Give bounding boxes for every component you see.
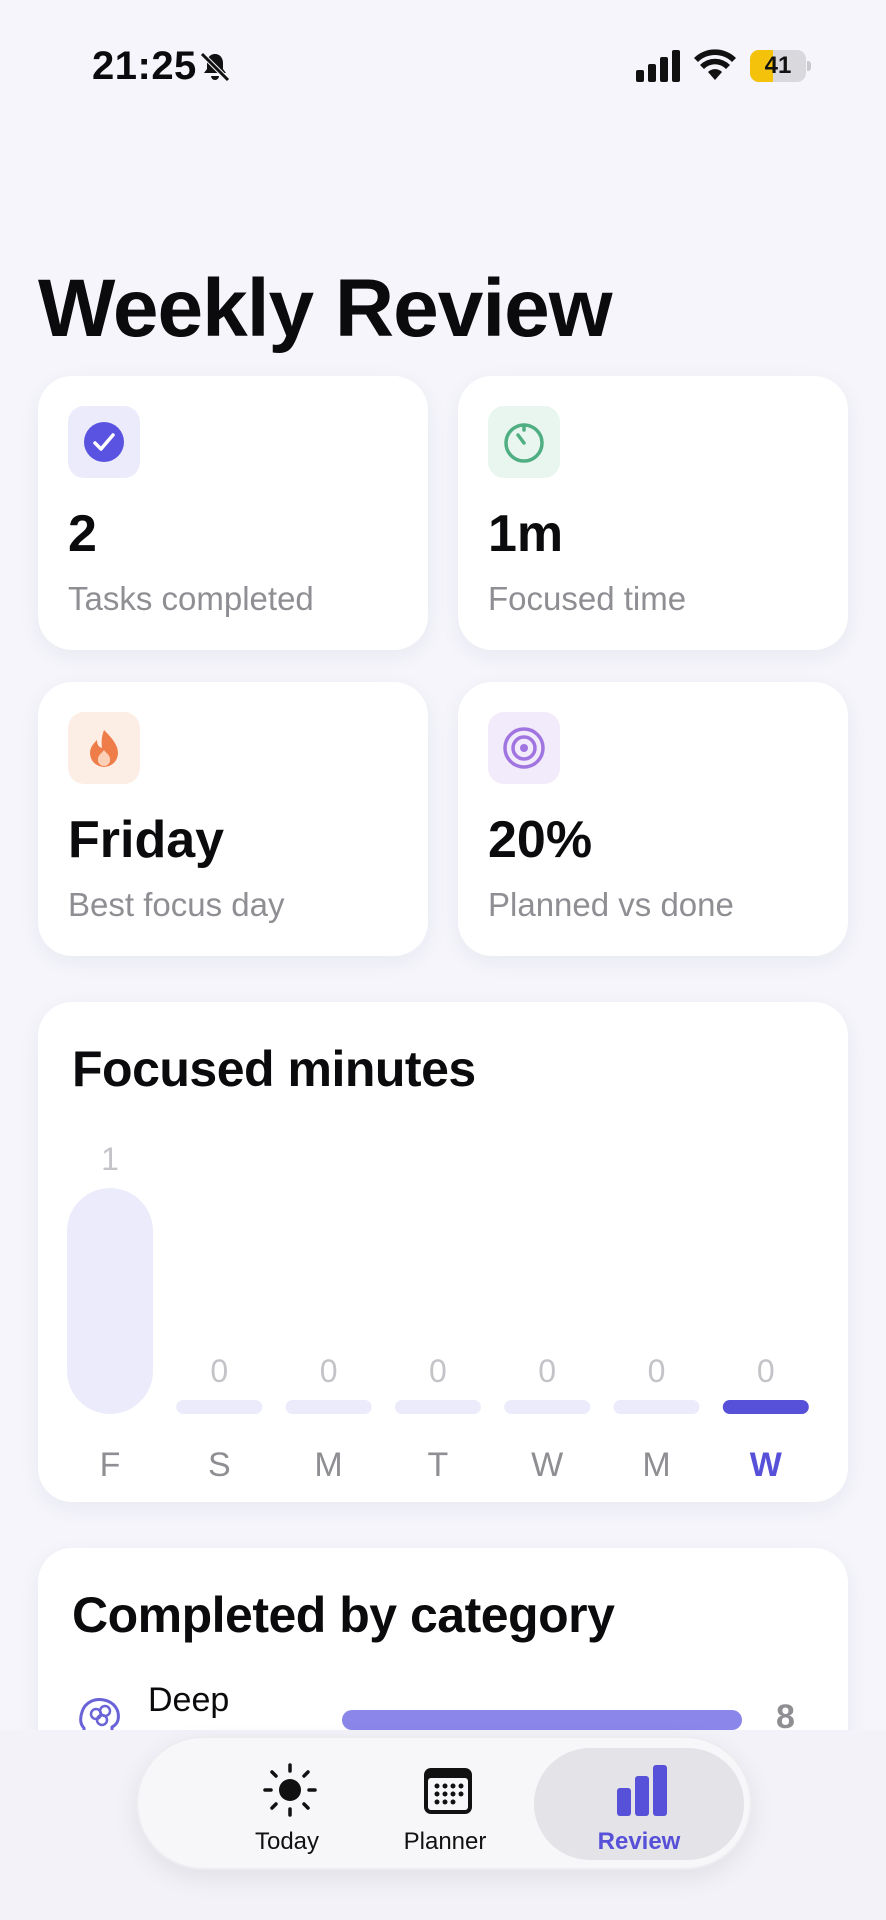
stat-value: 2 — [68, 505, 97, 563]
tab-label: Review — [597, 1828, 681, 1855]
stat-value: 1m — [488, 505, 564, 563]
category-title: Completed by category — [72, 1587, 615, 1643]
stat-label: Planned vs done — [488, 886, 734, 923]
focused-minutes-card: Focused minutes 1F0S0M0T0W0M0W — [38, 1002, 848, 1502]
chart-category-label: F — [100, 1446, 121, 1484]
cellular-signal-icon — [636, 50, 680, 82]
page-title: Weekly Review — [38, 263, 612, 354]
focused-minutes-chart: 1 F 0 S 0 M 0 T 0 W 0 M 0 W — [67, 1141, 809, 1484]
chart-category-label: S — [208, 1446, 231, 1484]
chart-category-label: M — [314, 1446, 342, 1484]
chart-bar — [722, 1400, 809, 1414]
stat-icon-tile — [68, 712, 140, 784]
target-icon — [503, 727, 545, 769]
stat-label: Best focus day — [68, 886, 285, 923]
chart-bar — [504, 1400, 591, 1414]
stat-value: Friday — [68, 811, 225, 869]
chart-bar — [176, 1400, 263, 1414]
checkmark-circle-icon — [84, 422, 124, 462]
bell-slash-icon — [200, 52, 230, 82]
chart-value-label: 1 — [101, 1141, 119, 1177]
timer-icon — [504, 423, 544, 463]
status-bar: 21:25 41 — [0, 0, 886, 130]
stat-card-best-focus-day[interactable]: Friday Best focus day — [38, 682, 428, 956]
tab-review[interactable]: Review — [534, 1748, 744, 1860]
chart-bar — [285, 1400, 372, 1414]
chart-bar — [394, 1400, 481, 1414]
flame-icon — [90, 730, 118, 767]
wifi-icon — [694, 49, 736, 80]
calendar-icon — [424, 1768, 472, 1814]
chart-value-label: 0 — [757, 1353, 775, 1389]
stat-label: Focused time — [488, 580, 687, 617]
battery-indicator: 41 — [750, 50, 812, 82]
stat-icon-tile — [488, 712, 560, 784]
stat-card-tasks-completed[interactable]: 2 Tasks completed — [38, 376, 428, 650]
stat-icon-tile — [68, 406, 140, 478]
sun-icon — [263, 1763, 317, 1817]
tab-bar: Today Planner Review — [136, 1736, 752, 1870]
status-time: 21:25 — [92, 44, 197, 88]
stat-card-focused-time[interactable]: 1m Focused time — [458, 376, 848, 650]
category-progress-bar — [342, 1710, 742, 1730]
stat-label: Tasks completed — [68, 580, 314, 617]
battery-level: 41 — [764, 52, 792, 79]
chart-bar — [67, 1188, 153, 1414]
stat-card-planned-vs-done[interactable]: 20% Planned vs done — [458, 682, 848, 956]
tab-planner[interactable]: Planner — [340, 1748, 550, 1860]
chart-category-label: T — [428, 1446, 449, 1484]
chart-category-label: W — [531, 1446, 563, 1484]
chart-value-label: 0 — [538, 1353, 556, 1389]
chart-value-label: 0 — [648, 1353, 666, 1389]
chart-value-label: 0 — [320, 1353, 338, 1389]
stat-value: 20% — [488, 811, 593, 869]
chart-value-label: 0 — [429, 1353, 447, 1389]
chart-category-label: W — [750, 1446, 783, 1484]
chart-category-label: M — [642, 1446, 670, 1484]
stat-icon-tile — [488, 406, 560, 478]
bar-chart-icon — [617, 1765, 667, 1816]
chart-value-label: 0 — [210, 1353, 228, 1389]
chart-bar — [613, 1400, 700, 1414]
tab-label: Planner — [403, 1828, 487, 1855]
